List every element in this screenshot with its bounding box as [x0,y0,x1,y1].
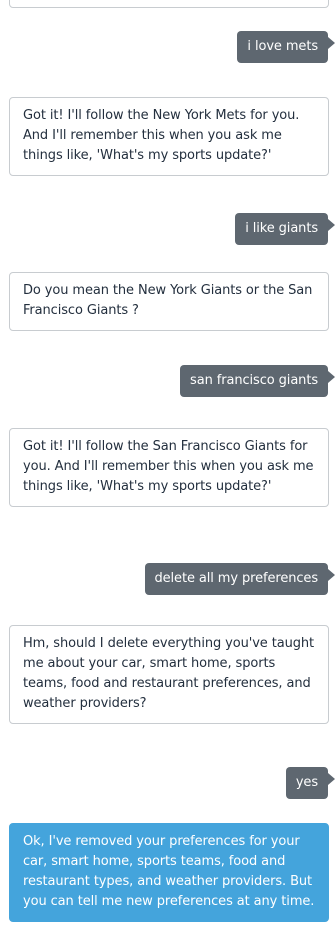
assistant-message-bubble: Got it! I'll follow the New York Mets fo… [9,97,329,176]
user-message-bubble: yes [285,767,335,799]
assistant-message-bubble: Got it! I'll follow the San Francisco Gi… [9,428,329,507]
assistant-message-bubble: Do you mean the New York Giants or the S… [9,272,329,331]
previous-message-bubble [9,0,329,8]
user-message-text: yes [295,775,318,790]
assistant-message-bubble: Hm, should I delete everything you've ta… [9,625,329,724]
assistant-message-text: Got it! I'll follow the San Francisco Gi… [23,439,314,494]
user-message-text: san francisco giants [190,373,318,388]
user-message-text: i love mets [247,39,318,54]
latest-assistant-message-bubble: Ok, I've removed your preferences for yo… [9,823,329,922]
user-message-text: delete all my preferences [154,571,319,586]
assistant-message-text: Hm, should I delete everything you've ta… [23,636,315,711]
user-message-bubble: delete all my preferences [144,563,335,595]
user-message-text: i like giants [245,221,318,236]
user-message-bubble: san francisco giants [180,365,335,397]
user-message-bubble: i like giants [235,213,335,245]
assistant-message-text: Got it! I'll follow the New York Mets fo… [23,108,300,163]
assistant-message-text: Ok, I've removed your preferences for yo… [23,834,315,909]
chat-transcript: i love mets Got it! I'll follow the New … [0,0,335,949]
assistant-message-text: Do you mean the New York Giants or the S… [23,283,313,318]
user-message-bubble: i love mets [237,31,335,63]
